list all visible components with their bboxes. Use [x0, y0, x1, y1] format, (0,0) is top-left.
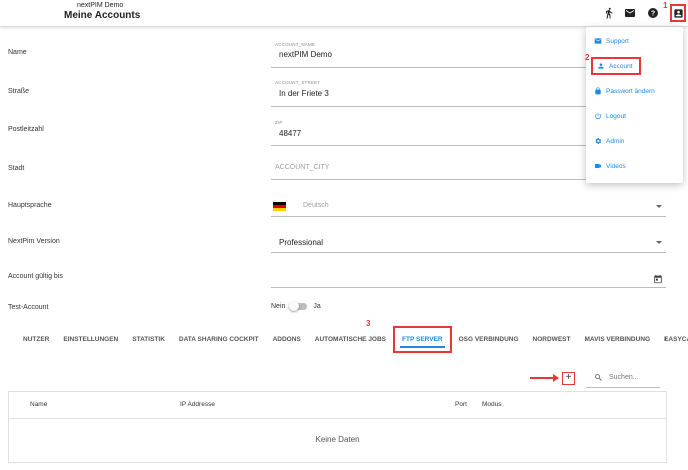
account-dropdown-menu: Support 2 Account Passwort ändern Logout…: [585, 27, 683, 183]
column-header-ip[interactable]: IP Addresse: [180, 401, 215, 408]
test-account-toggle[interactable]: Nein Ja: [271, 301, 321, 311]
menu-item-change-password[interactable]: Passwort ändern: [594, 87, 655, 95]
chevron-down-icon: [656, 241, 662, 244]
step-marker-1: 1: [663, 1, 668, 10]
toggle-off-label: Nein: [271, 303, 286, 310]
menu-item-logout[interactable]: Logout: [594, 112, 626, 120]
calendar-icon[interactable]: [653, 271, 663, 289]
menu-item-label: Passwort ändern: [606, 87, 655, 95]
tab-nordwest[interactable]: NORDWEST: [526, 326, 578, 352]
mail-icon[interactable]: [623, 6, 637, 20]
language-value: Deutsch: [303, 202, 329, 209]
menu-item-label: Admin: [606, 137, 625, 145]
app-name: nextPIM Demo: [77, 2, 124, 9]
tab-ftp-server[interactable]: FTP SERVER: [393, 325, 452, 353]
column-header-modus[interactable]: Modus: [482, 401, 502, 408]
svg-text:?: ?: [651, 11, 655, 18]
column-header-port[interactable]: Port: [455, 401, 467, 408]
name-field-hint: ACCOUNT_NAME: [275, 42, 316, 47]
tab-einstellungen[interactable]: EINSTELLUNGEN: [56, 326, 125, 352]
help-icon[interactable]: ?: [646, 6, 660, 20]
gear-icon: [595, 138, 602, 144]
street-field-hint: ACCOUNT_STREET: [275, 80, 321, 85]
search-placeholder: Suchen...: [609, 374, 639, 381]
language-select[interactable]: Deutsch: [271, 195, 666, 217]
menu-item-label: Logout: [606, 112, 626, 120]
menu-item-admin[interactable]: Admin: [594, 137, 624, 145]
account-menu-button[interactable]: [670, 4, 686, 22]
account-icon: [673, 8, 683, 18]
video-icon: [595, 164, 601, 168]
street-value: In der Friete 3: [279, 89, 329, 98]
tabs-scroll-right-icon[interactable]: ›: [664, 333, 667, 343]
menu-item-label: Videos: [606, 162, 626, 170]
tab-easycata[interactable]: EASYCATA: [657, 326, 688, 352]
ftp-server-table: Name IP Addresse Port Modus Keine Daten: [8, 391, 667, 463]
version-value: Professional: [279, 238, 324, 247]
toggle-knob: [289, 301, 300, 311]
menu-item-label: Account: [609, 62, 633, 70]
power-icon: [595, 113, 601, 120]
tab-bar: NUTZER EINSTELLUNGEN STATISTIK DATA SHAR…: [0, 325, 688, 353]
city-label: Stadt: [8, 165, 25, 172]
city-placeholder: ACCOUNT_CITY: [275, 164, 330, 171]
run-icon[interactable]: [602, 6, 616, 20]
chevron-down-icon: [656, 205, 662, 208]
language-label: Hauptsprache: [8, 202, 52, 209]
annotation-arrow-head: [553, 374, 559, 382]
valid-until-field[interactable]: [271, 265, 666, 288]
german-flag-icon: [273, 202, 286, 211]
tab-automatische-jobs[interactable]: AUTOMATISCHE JOBS: [308, 326, 393, 352]
search-field[interactable]: Suchen...: [586, 368, 660, 388]
menu-item-account[interactable]: Account: [591, 57, 641, 75]
street-label: Straße: [8, 88, 30, 95]
empty-state-text: Keine Daten: [315, 435, 360, 444]
tab-addons[interactable]: ADDONS: [266, 326, 308, 352]
search-icon: [595, 374, 602, 381]
annotation-arrow: [530, 377, 555, 379]
support-icon: [594, 38, 602, 44]
valid-until-label: Account gültig bis: [8, 273, 63, 280]
zip-field-hint: ZIP: [275, 120, 283, 125]
tab-data-sharing-cockpit[interactable]: DATA SHARING COCKPIT: [172, 326, 266, 352]
test-account-label: Test-Account: [8, 304, 49, 311]
menu-item-label: Support: [606, 37, 629, 45]
step-marker-2: 2: [585, 53, 590, 62]
page: nextPIM Demo Meine Accounts ? 1 Name ACC…: [0, 0, 688, 470]
zip-value: 48477: [279, 129, 302, 138]
menu-item-support[interactable]: Support: [594, 37, 629, 45]
zip-label: Postleitzahl: [8, 126, 44, 133]
toggle-on-label: Ja: [313, 303, 321, 310]
tab-mavis-verbindung[interactable]: MAVIS VERBINDUNG: [577, 326, 657, 352]
app-header: nextPIM Demo Meine Accounts ? 1: [0, 0, 688, 27]
name-label: Name: [8, 49, 27, 56]
tab-osg-verbindung[interactable]: OSG VERBINDUNG: [452, 326, 526, 352]
lock-icon: [595, 87, 601, 95]
tab-statistik[interactable]: STATISTIK: [125, 326, 172, 352]
table-header-divider: [9, 418, 666, 419]
add-button[interactable]: +: [562, 372, 575, 385]
account-icon: [598, 63, 604, 69]
menu-item-videos[interactable]: Videos: [594, 162, 626, 170]
column-header-name[interactable]: Name: [30, 401, 47, 408]
version-select[interactable]: Professional: [271, 231, 666, 253]
toggle-switch[interactable]: [289, 301, 308, 311]
version-label: NextPim Version: [8, 238, 60, 245]
name-value: nextPIM Demo: [279, 50, 332, 59]
tab-nutzer[interactable]: NUTZER: [0, 326, 56, 352]
page-title: Meine Accounts: [64, 10, 141, 21]
